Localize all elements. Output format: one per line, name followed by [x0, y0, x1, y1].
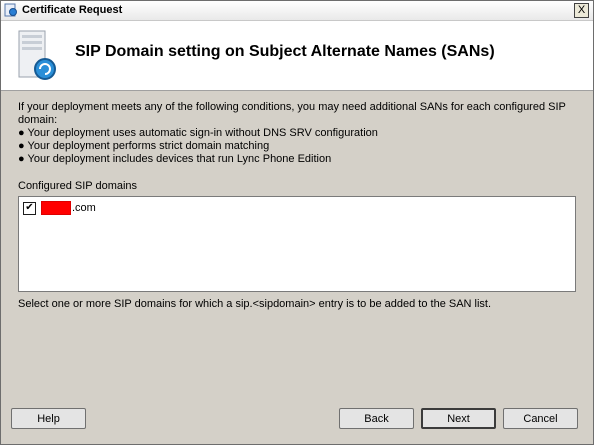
close-button[interactable]: X [574, 3, 589, 18]
back-button[interactable]: Back [339, 408, 414, 429]
list-item[interactable]: ✔ .com [23, 201, 96, 215]
title-bar[interactable]: Certificate Request X [1, 1, 593, 21]
bullet-glyph: ● [18, 127, 25, 139]
condition-bullet: ● Your deployment performs strict domain… [18, 140, 578, 153]
hint-text: Select one or more SIP domains for which… [18, 298, 492, 310]
domain-checkbox[interactable]: ✔ [23, 201, 36, 215]
description-text: If your deployment meets any of the foll… [18, 101, 566, 126]
certificate-request-window: Certificate Request X SIP Domain setting… [0, 0, 594, 445]
wizard-header: SIP Domain setting on Subject Alternate … [1, 21, 593, 91]
condition-text: Your deployment includes devices that ru… [27, 153, 332, 165]
domain-suffix: .com [72, 202, 96, 214]
condition-bullet: ● Your deployment uses automatic sign-in… [18, 127, 578, 140]
condition-text: Your deployment uses automatic sign-in w… [27, 127, 378, 139]
condition-text: Your deployment performs strict domain m… [27, 140, 270, 152]
bullet-glyph: ● [18, 140, 25, 152]
condition-bullet: ● Your deployment includes devices that … [18, 153, 578, 166]
help-button[interactable]: Help [11, 408, 86, 429]
domains-list-label: Configured SIP domains [18, 180, 138, 192]
page-title: SIP Domain setting on Subject Alternate … [75, 43, 495, 60]
sip-domains-listbox[interactable]: ✔ .com [18, 196, 576, 292]
next-button[interactable]: Next [421, 408, 496, 429]
certificate-icon [4, 3, 18, 17]
bullet-glyph: ● [18, 153, 25, 165]
redacted-domain [41, 201, 71, 215]
description-block: If your deployment meets any of the foll… [18, 101, 578, 166]
cancel-button[interactable]: Cancel [503, 408, 578, 429]
server-certificate-icon [15, 29, 63, 83]
window-title: Certificate Request [22, 4, 123, 16]
